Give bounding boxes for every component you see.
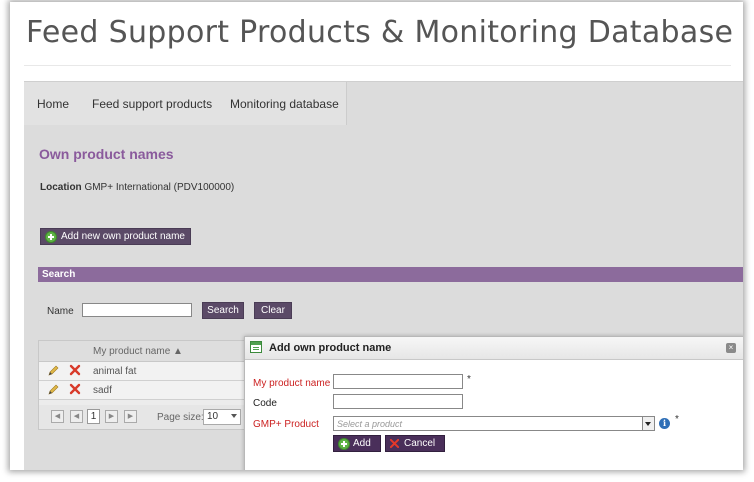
table-row: animal fat [39, 362, 267, 381]
page-size-select[interactable]: 10 [203, 409, 241, 425]
dialog-title: Add own product name [269, 342, 392, 354]
main-navbar: Home Feed support products Monitoring da… [24, 81, 743, 126]
pencil-icon[interactable] [47, 384, 59, 396]
cancel-button[interactable]: Cancel [385, 435, 445, 452]
gmp-product-label: GMP+ Product [253, 419, 319, 430]
add-new-label: Add new own product name [61, 231, 185, 242]
page-size-label: Page size: [157, 412, 204, 423]
prev-page-icon[interactable]: ◀ [70, 410, 83, 423]
page-title: Feed Support Products & Monitoring Datab… [26, 15, 734, 50]
app-window: Feed Support Products & Monitoring Datab… [10, 2, 743, 470]
required-marker: * [467, 374, 471, 385]
product-name-input[interactable] [333, 374, 463, 389]
location-row: Location GMP+ International (PDV100000) [40, 182, 234, 193]
location-label: Location [40, 182, 82, 193]
page-size-value: 10 [207, 411, 219, 422]
required-marker: * [675, 414, 679, 425]
product-name-cell: sadf [93, 385, 112, 396]
table-row: sadf [39, 381, 267, 400]
current-page-number[interactable]: 1 [87, 409, 100, 424]
pencil-icon[interactable] [47, 365, 59, 377]
chevron-down-icon[interactable] [642, 417, 654, 430]
name-search-input[interactable] [82, 303, 192, 317]
gmp-product-select[interactable]: Select a product [333, 416, 655, 431]
search-button[interactable]: Search [202, 302, 244, 319]
gmp-product-placeholder: Select a product [337, 419, 403, 429]
grid-pager: ◀ ◀ 1 ▶ ▶ Page size: 10 [39, 405, 267, 429]
nav-item-home[interactable]: Home [37, 97, 69, 111]
last-page-icon[interactable]: ▶ [124, 410, 137, 423]
nav-item-feed-support-products[interactable]: Feed support products [92, 97, 212, 111]
next-page-icon[interactable]: ▶ [105, 410, 118, 423]
info-icon[interactable]: i [659, 418, 670, 429]
plus-icon [338, 438, 350, 450]
grid-header: My product name ▲ [39, 341, 267, 362]
code-input[interactable] [333, 394, 463, 409]
column-header-my-product-name[interactable]: My product name ▲ [93, 346, 183, 357]
product-name-cell: animal fat [93, 366, 137, 377]
nav-item-monitoring-database[interactable]: Monitoring database [230, 97, 339, 111]
delete-x-icon[interactable] [69, 383, 81, 395]
cancel-button-label: Cancel [404, 438, 436, 449]
chevron-down-icon [231, 414, 237, 418]
name-label: Name [47, 306, 74, 317]
section-title: Own product names [39, 146, 174, 162]
product-name-label: My product name [253, 378, 331, 389]
close-icon[interactable]: × [726, 343, 736, 353]
first-page-icon[interactable]: ◀ [51, 410, 64, 423]
code-label: Code [253, 398, 277, 409]
add-button-label: Add [353, 438, 371, 449]
product-grid: My product name ▲ animal fat sadf ◀ ◀ 1 … [38, 340, 268, 430]
title-divider [24, 65, 731, 66]
nav-menu: Home Feed support products Monitoring da… [24, 82, 347, 126]
clear-button[interactable]: Clear [254, 302, 292, 319]
delete-x-icon[interactable] [69, 364, 81, 376]
add-own-product-dialog: Add own product name × My product name *… [244, 336, 743, 470]
cancel-x-icon [390, 439, 399, 448]
plus-icon [45, 231, 57, 243]
location-value: GMP+ International (PDV100000) [84, 182, 235, 193]
dialog-title-bar[interactable]: Add own product name × [245, 337, 743, 360]
add-button[interactable]: Add [333, 435, 381, 452]
add-new-own-product-button[interactable]: Add new own product name [40, 228, 191, 245]
search-panel-header: Search [38, 267, 743, 282]
form-icon [250, 341, 262, 353]
